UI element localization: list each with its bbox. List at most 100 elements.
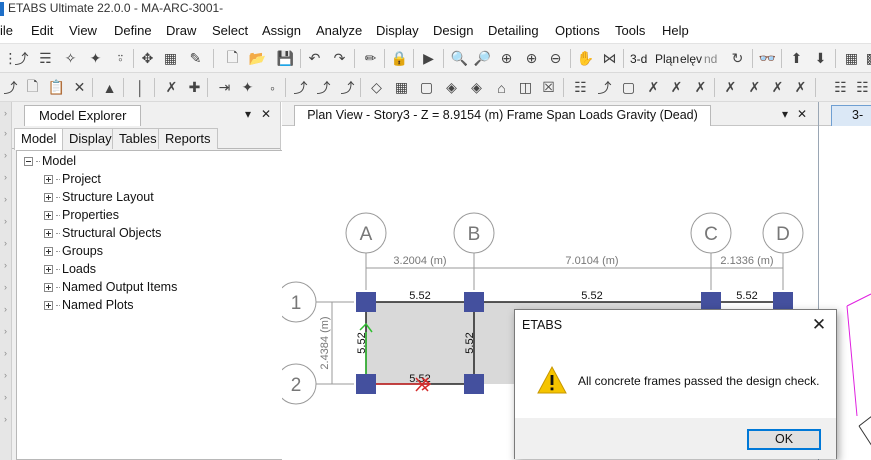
tool-area-icon[interactable]: › [1,258,10,272]
draw-column-icon[interactable]: ▲ [99,77,120,98]
menu-edit[interactable]: Edit [31,23,53,38]
redo-icon[interactable]: ↷ [329,48,350,69]
dialog-close-icon[interactable]: ✕ [808,314,830,336]
tree-item-loads[interactable]: Loads [44,261,96,277]
tree-item-properties[interactable]: Properties [44,207,119,223]
select-intersect-icon[interactable]: ✗ [643,77,664,98]
joint-b2[interactable] [464,374,484,394]
expand-icon[interactable] [44,192,53,202]
save-icon[interactable]: 💾 [275,48,296,69]
tool-joint-icon[interactable]: › [1,280,10,294]
move-up-icon[interactable]: ⬆ [786,48,807,69]
more-draw-tools-icon[interactable]: ☷ [852,77,871,98]
joint-b1[interactable] [464,292,484,312]
merge-joints-icon[interactable]: ✥ [137,48,158,69]
rubber-band-icon[interactable]: ⋈ [599,48,620,69]
joint-a1[interactable] [356,292,376,312]
tool-frame-icon[interactable]: › [1,236,10,250]
draw-opening-icon[interactable]: ▢ [416,77,437,98]
draw-wall-stack-icon[interactable]: ◈ [466,77,487,98]
edit-frames-icon[interactable]: ✦ [85,48,106,69]
tree-item-named-output-items[interactable]: Named Output Items [44,279,177,295]
rotate-view-icon[interactable]: ↻ [727,48,748,69]
draw-floor-icon[interactable]: ◇ [366,77,387,98]
collapse-icon[interactable] [24,156,33,166]
zoom-all-icon[interactable]: 🔎 [472,48,493,69]
tree-item-groups[interactable]: Groups [44,243,103,259]
menu-assign[interactable]: Assign [262,23,301,38]
draw-tendon-icon[interactable]: ◦ [262,77,283,98]
tab-model[interactable]: Model [14,128,64,150]
tool-pan-icon[interactable]: › [1,170,10,184]
select-previous-icon[interactable]: ✗ [690,77,711,98]
pencil-icon[interactable]: ✏ [360,48,381,69]
expand-icon[interactable] [44,264,53,274]
menu-draw[interactable]: Draw [166,23,196,38]
draw-joint-icon[interactable]: ✦ [237,77,258,98]
menu-design[interactable]: Design [433,23,473,38]
align-points-icon[interactable]: ⍤ [110,48,131,69]
zoom-out-icon[interactable]: ⊖ [545,48,566,69]
tool-snap-icon[interactable]: › [1,324,10,338]
select-pointer-icon[interactable]: ⤴ [594,77,615,98]
tool-grid-icon[interactable]: › [1,302,10,316]
menu-file[interactable]: ile [0,23,13,38]
model-explorer-title[interactable]: Model Explorer [24,105,142,126]
grid-options-icon[interactable]: ▦ [841,48,862,69]
menu-detailing[interactable]: Detailing [488,23,539,38]
tool-pointer-icon[interactable]: › [1,106,10,120]
open-file-icon[interactable]: 📂 [247,48,268,69]
draw-secondary-beam-icon[interactable]: ⤴ [290,77,311,98]
clear-selection-icon[interactable]: ✗ [720,77,741,98]
tree-root-model[interactable]: Model [24,153,76,169]
tab-display[interactable]: Display [62,128,119,149]
view-nd-button[interactable]: nd [704,48,717,69]
draw-dimension-icon[interactable]: ⤴ [337,77,358,98]
draw-ramp-icon[interactable]: ⤴ [313,77,334,98]
expand-icon[interactable] [44,282,53,292]
expand-icon[interactable] [44,300,53,310]
select-window-icon[interactable]: ▢ [618,77,639,98]
draw-pen-icon[interactable]: ✎ [185,48,206,69]
more-tools-icon[interactable]: ▩ [862,48,871,69]
menu-view[interactable]: View [69,23,97,38]
draw-area-load-icon[interactable]: ☒ [538,77,559,98]
menu-help[interactable]: Help [662,23,689,38]
tree-item-project[interactable]: Project [44,171,101,187]
invert-selection-icon[interactable]: ✗ [744,77,765,98]
divide-frames-icon[interactable]: ▦ [160,48,181,69]
move-down-icon[interactable]: ⬇ [810,48,831,69]
draw-rect-floor-icon[interactable]: ▦ [391,77,412,98]
draw-link-icon[interactable]: ⇥ [214,77,235,98]
replicate-icon[interactable]: ☴ [35,48,56,69]
delete-icon[interactable]: ✕ [69,77,90,98]
deselect-icon[interactable]: ✗ [767,77,788,98]
joint-a2[interactable] [356,374,376,394]
expand-icon[interactable] [44,246,53,256]
expand-icon[interactable] [44,228,53,238]
menu-options[interactable]: Options [555,23,600,38]
tree-item-structure-layout[interactable]: Structure Layout [44,189,154,205]
glasses-icon[interactable]: 👓 [757,48,778,69]
menu-analyze[interactable]: Analyze [316,23,362,38]
draw-beam-icon[interactable]: ✚ [184,77,205,98]
ok-button[interactable]: OK [747,429,821,450]
menu-define[interactable]: Define [114,23,152,38]
view-plan-button[interactable]: Pląn [655,48,679,69]
pointer-icon[interactable]: ⤴ [11,48,32,69]
select-tendon-icon[interactable]: ✗ [790,77,811,98]
panel-pin-icon[interactable]: ▾ [241,107,255,121]
tool-zoom-icon[interactable]: › [1,148,10,162]
tool-section-icon[interactable]: › [1,368,10,382]
draw-wall-panel-icon[interactable]: ◫ [515,77,536,98]
expand-icon[interactable] [44,210,53,220]
view-3d-button[interactable]: 3-d [630,48,647,69]
select-all-icon[interactable]: ☷ [570,77,591,98]
zoom-window-icon[interactable]: 🔍 [449,48,470,69]
select-line-icon[interactable]: ✗ [666,77,687,98]
tool-display-icon[interactable]: › [1,390,10,404]
zoom-previous-icon[interactable]: ⊕ [496,48,517,69]
snap-icon[interactable]: ⤴ [0,77,21,98]
tool-draw-icon[interactable]: › [1,214,10,228]
draw-null-area-icon[interactable]: ⌂ [491,77,512,98]
